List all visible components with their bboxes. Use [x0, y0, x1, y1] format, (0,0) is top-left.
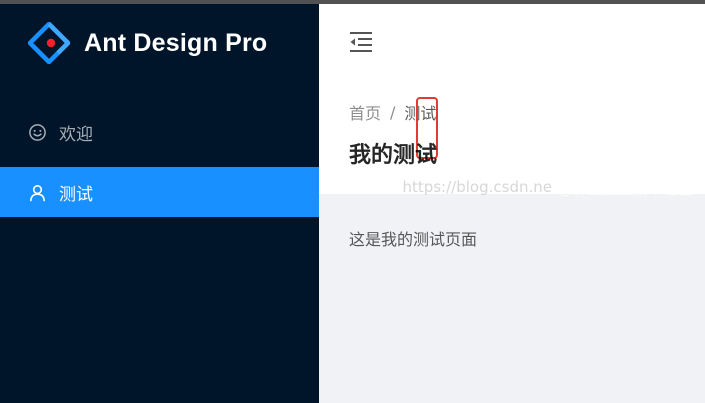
main-content: 这是我的测试页面 [319, 194, 705, 403]
breadcrumb-separator: / [390, 102, 396, 122]
ant-design-logo-icon [28, 22, 70, 64]
sidebar-item-label: 欢迎 [59, 124, 93, 145]
brand[interactable]: Ant Design Pro [28, 22, 267, 64]
sidebar-item-welcome[interactable]: 欢迎 [0, 107, 319, 157]
sidebar-item-label: 测试 [59, 184, 93, 205]
smile-icon [28, 123, 47, 142]
sidebar: Ant Design Pro 欢迎 测试 [0, 0, 319, 403]
content-text: 这是我的测试页面 [349, 230, 478, 249]
page-title: 我的测试 [349, 143, 438, 168]
watermark-text: @稀土掘金技术社区 [557, 180, 693, 198]
app-title: Ant Design Pro [84, 28, 268, 57]
breadcrumb-home-link[interactable]: 首页 [349, 100, 381, 124]
user-icon [28, 183, 47, 202]
menu-fold-icon[interactable] [349, 31, 373, 53]
watermark: https://blog.csdn.ne @稀土掘金技术社区 [402, 178, 693, 199]
watermark-url: https://blog.csdn.ne [402, 178, 552, 196]
top-header [319, 4, 705, 82]
breadcrumb: 首页 / 测试 [349, 97, 438, 159]
sidebar-item-test[interactable]: 测试 [0, 167, 319, 217]
window-top-edge [0, 0, 705, 4]
